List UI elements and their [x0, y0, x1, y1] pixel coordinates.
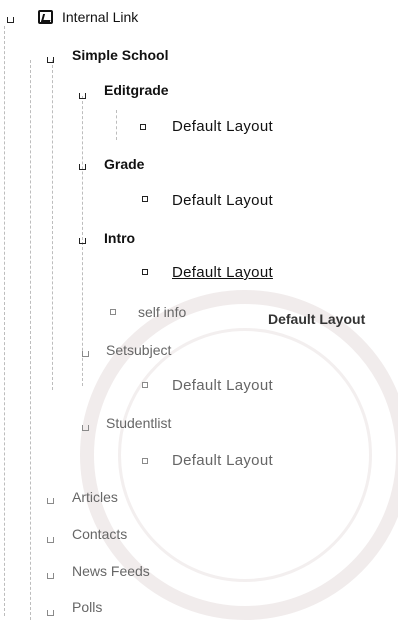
tree-guide-line	[116, 110, 117, 140]
expander-icon[interactable]	[47, 537, 54, 543]
hover-tooltip: Default Layout	[268, 311, 366, 327]
tree-node-label[interactable]: self info	[138, 302, 186, 322]
expander-icon[interactable]	[79, 93, 86, 99]
tree-node-label[interactable]: Internal Link	[62, 7, 138, 27]
tree-node-label[interactable]: Studentlist	[106, 413, 171, 433]
tree-guide-line	[4, 26, 5, 616]
bullet-icon	[110, 309, 116, 315]
tree-node-label[interactable]: Editgrade	[104, 80, 169, 100]
tree-node-label[interactable]: Default Layout	[172, 376, 273, 396]
tree-node-label[interactable]: News Feeds	[72, 561, 150, 581]
tree-node-label[interactable]: Intro	[104, 228, 135, 248]
tree-node-label[interactable]: Contacts	[72, 524, 127, 544]
bullet-icon	[142, 458, 148, 464]
tree-node-label[interactable]: Default Layout	[172, 263, 273, 283]
tree-node-label[interactable]: Setsubject	[106, 340, 171, 360]
expander-icon[interactable]	[47, 498, 54, 504]
expander-icon[interactable]	[47, 57, 54, 63]
bullet-icon	[142, 269, 148, 275]
expander-icon[interactable]	[47, 573, 54, 579]
tree-node-label[interactable]: Default Layout	[172, 451, 273, 471]
bullet-icon	[142, 382, 148, 388]
tree-node-label[interactable]: Default Layout	[172, 191, 273, 211]
expander-icon[interactable]	[79, 238, 86, 244]
tree-node-label[interactable]: Simple School	[72, 45, 168, 65]
expander-icon[interactable]	[82, 351, 89, 357]
tree-node-label[interactable]: Default Layout	[172, 117, 273, 137]
expander-icon[interactable]	[47, 610, 54, 616]
internal-link-icon	[38, 10, 53, 24]
expander-icon[interactable]	[79, 164, 86, 170]
tree-node-label[interactable]: Polls	[72, 597, 102, 617]
expander-icon[interactable]	[7, 17, 14, 23]
tree-guide-line	[30, 60, 31, 620]
bullet-icon	[142, 196, 148, 202]
tree-node-label[interactable]: Grade	[104, 154, 144, 174]
tree-guide-line	[52, 60, 53, 390]
tree-node-label[interactable]: Articles	[72, 487, 118, 507]
bullet-icon	[140, 124, 146, 130]
expander-icon[interactable]	[82, 425, 89, 431]
